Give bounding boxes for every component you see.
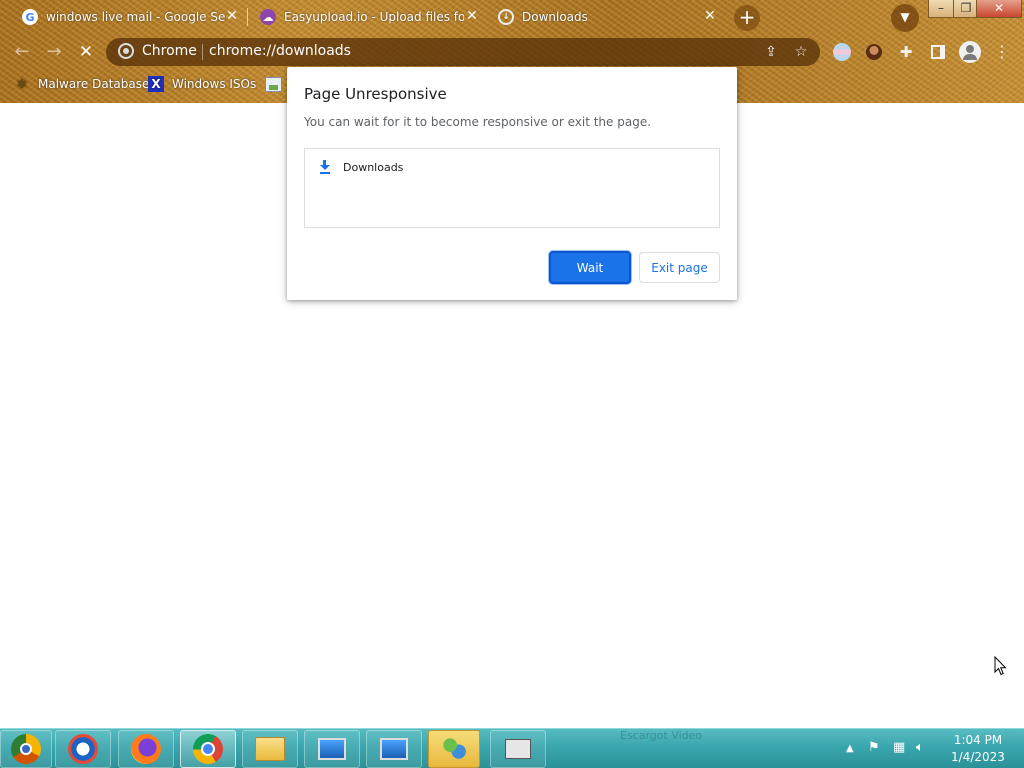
page-unresponsive-dialog: Page Unresponsive You can wait for it to… <box>287 67 737 300</box>
volume-icon[interactable]: 🔈︎ <box>916 740 924 755</box>
site-chip[interactable]: Chrome <box>118 43 197 59</box>
tab-downloads[interactable]: ↓ Downloads ✕ <box>488 3 724 31</box>
list-item-label: Downloads <box>343 160 404 174</box>
downloads-favicon: ↓ <box>498 9 514 25</box>
dialog-title: Page Unresponsive <box>304 85 447 103</box>
folder-icon <box>255 737 285 761</box>
chrome-logo-icon <box>118 43 134 59</box>
site-chip-label: Chrome <box>142 43 197 59</box>
extension-avatar-icon[interactable] <box>864 42 884 62</box>
wait-button[interactable]: Wait <box>549 251 631 284</box>
remote-desktop-icon <box>380 738 408 760</box>
dialog-message: You can wait for it to become responsive… <box>304 115 652 129</box>
mouse-cursor-icon <box>994 656 1007 676</box>
address-bar[interactable]: Chrome chrome://downloads ⇪ ☆ <box>106 38 820 66</box>
extensions-puzzle-icon[interactable]: ✚ <box>896 42 916 62</box>
taskbar-remote-desktop-1[interactable] <box>304 730 360 768</box>
google-icon: G <box>22 9 38 25</box>
image-icon <box>265 76 282 92</box>
taskbar-remote-desktop-2[interactable] <box>366 730 422 768</box>
taskbar-chrome-canary[interactable] <box>0 730 52 768</box>
share-icon[interactable]: ⇪ <box>762 43 780 61</box>
taskbar-clock[interactable]: 1:04 PM 1/4/2023 <box>940 732 1016 766</box>
omnibox-divider <box>202 44 203 60</box>
close-icon[interactable]: ✕ <box>224 8 240 24</box>
show-hidden-icons-arrow-icon[interactable]: ▲ <box>846 743 854 754</box>
taskbar-firefox[interactable] <box>118 730 174 768</box>
stop-loading-icon[interactable]: ✕ <box>74 40 98 64</box>
minimize-button[interactable]: – <box>928 0 954 18</box>
tab-title: Easyupload.io - Upload files for fr <box>284 10 464 24</box>
list-item: Downloads <box>317 159 403 175</box>
bookmark-label: Windows ISOs <box>172 77 257 91</box>
taskbar-chrome[interactable] <box>180 730 236 768</box>
remote-desktop-icon <box>318 738 346 760</box>
bookmark-malware-database[interactable]: ✱ Malware Database <box>14 74 149 94</box>
download-icon <box>317 159 333 175</box>
tab-title: windows live mail - Google Search <box>46 10 226 24</box>
clock-time: 1:04 PM <box>953 733 1003 747</box>
tab-google-search[interactable]: G windows live mail - Google Search ✕ <box>12 3 246 31</box>
exit-page-button[interactable]: Exit page <box>639 252 720 283</box>
chrome-canary-icon <box>11 734 41 764</box>
close-window-button[interactable]: ✕ <box>976 0 1022 18</box>
back-arrow-icon[interactable]: ← <box>10 40 34 64</box>
profile-icon[interactable] <box>958 41 982 63</box>
taskbar-outlook-express[interactable] <box>55 730 111 768</box>
firefox-icon <box>131 734 161 764</box>
bug-icon: ✱ <box>16 77 28 91</box>
bookmark-label: Malware Database <box>38 77 150 91</box>
taskbar-cash-register[interactable] <box>490 730 546 768</box>
bookmark-windows-isos[interactable]: X Windows ISOs <box>148 74 256 94</box>
outlook-icon <box>68 734 98 764</box>
network-icon[interactable]: ▦ <box>893 740 905 755</box>
taskbar-messenger[interactable] <box>428 730 480 768</box>
close-icon[interactable]: ✕ <box>464 8 480 24</box>
easyupload-icon: ☁ <box>260 9 276 25</box>
unresponsive-pages-list: Downloads <box>304 148 720 228</box>
background-app-label: Escargot Video <box>620 729 703 742</box>
extension-globe-icon[interactable] <box>832 42 852 62</box>
url-text[interactable]: chrome://downloads <box>209 43 351 59</box>
bookmark-star-icon[interactable]: ☆ <box>792 43 810 61</box>
close-icon[interactable]: ✕ <box>702 8 718 24</box>
tab-search-chevron-icon[interactable]: ▼ <box>891 4 919 32</box>
menu-kebab-icon[interactable]: ⋮ <box>992 42 1012 62</box>
action-center-flag-icon[interactable]: ⚑ <box>868 740 880 755</box>
cash-register-icon <box>505 739 531 759</box>
tab-easyupload[interactable]: ☁ Easyupload.io - Upload files for fr ✕ <box>250 3 486 31</box>
taskbar-file-explorer[interactable] <box>242 730 298 768</box>
chrome-icon <box>193 734 223 764</box>
tab-title: Downloads <box>522 10 588 24</box>
messenger-buddies-icon <box>441 736 467 762</box>
new-tab-button[interactable]: + <box>734 5 760 31</box>
taskbar: Escargot Video ▲ ⚑ ▦ 🔈︎ 1:04 PM 1/4/2023 <box>0 728 1024 768</box>
forward-arrow-icon[interactable]: → <box>42 40 66 64</box>
side-panel-icon[interactable] <box>928 42 948 62</box>
x-icon: X <box>148 76 164 92</box>
clock-date: 1/4/2023 <box>951 750 1005 764</box>
tab-separator <box>247 8 248 26</box>
